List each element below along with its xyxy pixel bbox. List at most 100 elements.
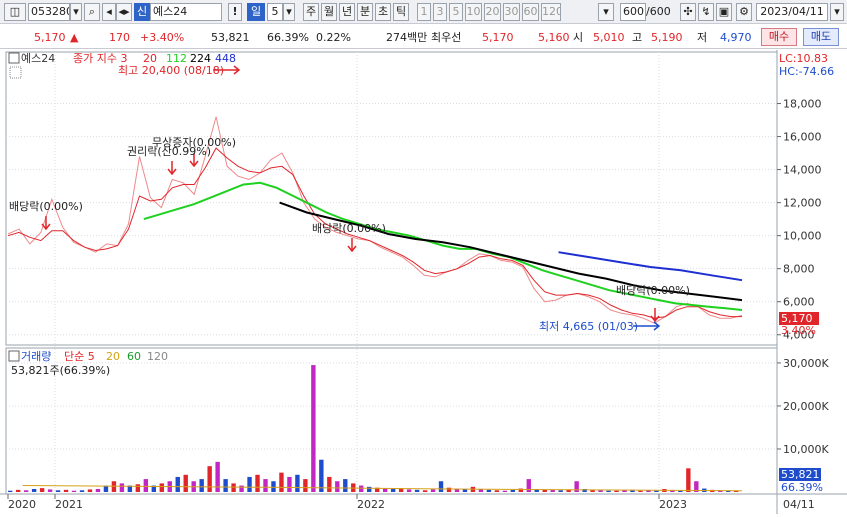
alert-button[interactable]: ! bbox=[228, 3, 242, 21]
chart-area[interactable]: 4,000 6,000 8,000 10,000 12,000 14,000 16,000 1… bbox=[0, 50, 847, 514]
period-button-4[interactable]: 초 bbox=[375, 3, 391, 21]
volume-bar bbox=[343, 479, 348, 492]
price-volume-chart[interactable]: 4,0006,0008,00010,00012,00014,00016,0001… bbox=[0, 50, 847, 514]
volume-bar bbox=[143, 479, 149, 492]
panel-menu-icon[interactable] bbox=[8, 52, 20, 64]
x-axis-end-date: 04/11 bbox=[783, 498, 815, 511]
turnover-rate: 0.22% bbox=[316, 31, 351, 44]
volume-bar bbox=[175, 476, 180, 492]
chart-type-icon[interactable]: ◫ bbox=[4, 3, 26, 21]
period-button-5[interactable]: 틱 bbox=[393, 3, 409, 21]
credit-badge[interactable]: 신 bbox=[134, 3, 150, 21]
volume-bar bbox=[71, 490, 77, 492]
grid-toggle-icon[interactable] bbox=[9, 66, 22, 79]
volume-bar bbox=[622, 490, 627, 492]
volume-bar bbox=[279, 472, 284, 492]
volume-bar bbox=[414, 489, 420, 492]
display-count-total: /600 bbox=[646, 5, 671, 18]
period-button-0[interactable]: 주 bbox=[303, 3, 319, 21]
volume-bar bbox=[678, 490, 683, 492]
up-triangle-icon: ▲ bbox=[70, 31, 79, 44]
xtick-label-2023: 2023 bbox=[659, 498, 687, 511]
volume-bar bbox=[263, 479, 268, 492]
volume-title: 거래량 bbox=[21, 350, 51, 363]
range-button-3[interactable]: 3 bbox=[433, 3, 447, 21]
current-price: 5,170 bbox=[34, 31, 66, 44]
range-button-60[interactable]: 60 bbox=[522, 3, 539, 21]
event-dividend-3: 배당락(0.00%) bbox=[616, 284, 690, 297]
volume-tick-label: 30,000K bbox=[783, 357, 829, 370]
open-label: 시 bbox=[573, 31, 584, 44]
volume-bar bbox=[39, 488, 45, 492]
current-volume-tag: 53,821 bbox=[781, 468, 820, 481]
volume-bar bbox=[119, 483, 125, 492]
volume-bar bbox=[15, 489, 21, 492]
speaker-icon[interactable]: ◂ bbox=[102, 3, 116, 21]
sell-button[interactable]: 매도 bbox=[803, 28, 839, 46]
price-tick-label: 8,000 bbox=[783, 263, 815, 276]
range-button-5[interactable]: 5 bbox=[449, 3, 463, 21]
drawing-tool-icon[interactable]: ↯ bbox=[698, 3, 714, 21]
gear-icon[interactable]: ⚙ bbox=[736, 3, 752, 21]
range-button-30[interactable]: 30 bbox=[503, 3, 520, 21]
display-count-input[interactable]: 600 bbox=[620, 3, 646, 21]
best-bid-price: 5,160 bbox=[538, 31, 570, 44]
crosshair-icon[interactable]: ✣ bbox=[680, 3, 696, 21]
volume-bar bbox=[215, 461, 220, 492]
stock-code-input[interactable]: 053280 bbox=[28, 3, 70, 21]
period-day-button[interactable]: 일 bbox=[247, 3, 265, 21]
period-button-2[interactable]: 년 bbox=[339, 3, 355, 21]
price-change: 170 bbox=[109, 31, 130, 44]
volume-bar bbox=[446, 487, 452, 492]
volume-bar bbox=[271, 481, 276, 492]
stock-name-field[interactable]: 예스24 bbox=[150, 3, 222, 21]
save-icon[interactable]: ▣ bbox=[716, 3, 732, 21]
search-icon[interactable]: ⌕ bbox=[84, 3, 100, 21]
volume-bar bbox=[502, 490, 508, 492]
volume-bar bbox=[550, 489, 555, 492]
volume-bar bbox=[95, 488, 101, 492]
period-button-3[interactable]: 분 bbox=[357, 3, 373, 21]
range-dropdown-icon[interactable]: ▾ bbox=[598, 3, 614, 21]
volume-bar bbox=[359, 485, 364, 492]
hc-readout: HC:-74.66 bbox=[779, 65, 834, 78]
period-num-dropdown-icon[interactable]: ▾ bbox=[283, 3, 295, 21]
price-tick-label: 6,000 bbox=[783, 296, 815, 309]
volume-bar bbox=[686, 468, 691, 492]
quote-bar: 5,170 ▲ 170 +3.40% 53,821 66.39% 0.22% 2… bbox=[0, 25, 847, 49]
code-dropdown-icon[interactable]: ▾ bbox=[70, 3, 82, 21]
buy-button[interactable]: 매수 bbox=[761, 28, 797, 46]
current-pct-tag: 3.40% bbox=[781, 324, 816, 337]
volume-panel-menu-icon[interactable] bbox=[8, 350, 20, 362]
period-num-input[interactable]: 5 bbox=[267, 3, 283, 21]
date-input[interactable]: 2023/04/11 bbox=[756, 3, 828, 21]
volume-bar bbox=[303, 479, 308, 492]
volume-value-note: 53,821주(66.39%) bbox=[11, 364, 110, 377]
price-tick-label: 16,000 bbox=[783, 131, 822, 144]
volume-bar bbox=[574, 481, 579, 492]
vol-ma60-legend: 60 bbox=[127, 350, 141, 363]
xtick-label-2020: 2020 bbox=[8, 498, 36, 511]
range-button-1[interactable]: 1 bbox=[417, 3, 431, 21]
volume-bar bbox=[606, 490, 611, 492]
volume-bar bbox=[223, 479, 228, 492]
volume-bar bbox=[598, 490, 603, 492]
lc-readout: LC:10.83 bbox=[779, 52, 828, 65]
period-button-1[interactable]: 월 bbox=[321, 3, 337, 21]
calendar-dropdown-icon[interactable]: ▾ bbox=[830, 3, 844, 21]
vol-ma5-legend: 단순 5 bbox=[64, 350, 95, 363]
volume-bar bbox=[390, 488, 396, 492]
volume-bar bbox=[406, 489, 412, 492]
range-button-120[interactable]: 120 bbox=[541, 3, 561, 21]
prev-next-icon[interactable]: ◂▸ bbox=[116, 3, 132, 21]
range-button-20[interactable]: 20 bbox=[484, 3, 501, 21]
volume-bar bbox=[183, 474, 188, 492]
volume-bar bbox=[247, 476, 252, 492]
xtick-label-2022: 2022 bbox=[357, 498, 385, 511]
volume-bar bbox=[382, 488, 388, 492]
range-button-10[interactable]: 10 bbox=[465, 3, 482, 21]
volume-bar bbox=[239, 485, 244, 492]
volume-bar bbox=[335, 481, 340, 492]
best-ask-price: 5,170 bbox=[482, 31, 514, 44]
price-tick-label: 18,000 bbox=[783, 98, 822, 111]
